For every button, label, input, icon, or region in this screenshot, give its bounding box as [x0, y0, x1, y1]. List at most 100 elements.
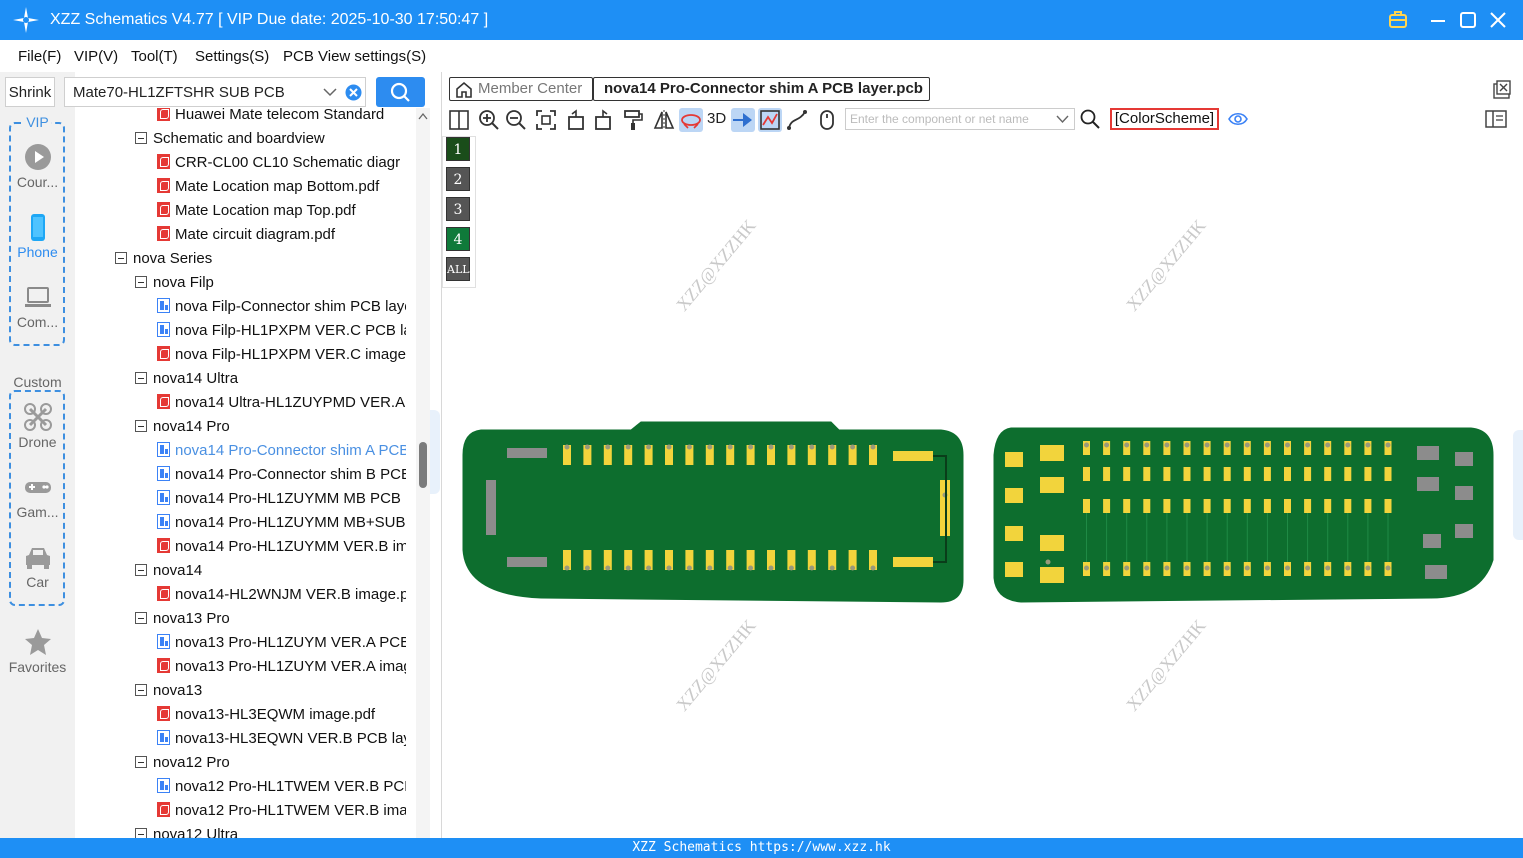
shrink-button[interactable]: Shrink	[5, 77, 55, 107]
pad[interactable]	[1224, 499, 1231, 513]
tree-file[interactable]: nova14 Pro-HL1ZUYMM VER.B ima	[157, 538, 406, 562]
scroll-up-icon[interactable]	[418, 112, 428, 120]
pad[interactable]	[1123, 467, 1130, 481]
tree-file[interactable]: nova13-HL3EQWN VER.B PCB layer	[157, 730, 406, 754]
maximize-icon[interactable]	[1456, 8, 1480, 32]
pad[interactable]	[1417, 477, 1439, 491]
collapse-icon[interactable]	[135, 276, 147, 288]
pad[interactable]	[1284, 467, 1291, 481]
pad[interactable]	[1103, 499, 1110, 513]
clear-icon[interactable]	[345, 84, 362, 101]
pad[interactable]	[1385, 499, 1392, 513]
pad[interactable]	[1324, 467, 1331, 481]
tree-file[interactable]: Mate circuit diagram.pdf	[157, 226, 406, 250]
tree-file[interactable]: nova12 Pro-HL1TWEM VER.B imag	[157, 802, 406, 826]
pcb-canvas[interactable]	[441, 400, 1523, 620]
pad[interactable]	[1284, 499, 1291, 513]
model-search-combobox[interactable]: Mate70-HL1ZFTSHR SUB PCB	[64, 77, 366, 107]
pad[interactable]	[1264, 499, 1271, 513]
zoom-out-icon[interactable]	[504, 108, 528, 132]
pad[interactable]	[1005, 526, 1023, 541]
pad[interactable]	[1385, 467, 1392, 481]
rail-item-favorites[interactable]: Favorites	[0, 627, 75, 675]
tree-folder[interactable]: nova14	[135, 562, 406, 586]
collapse-icon[interactable]	[115, 252, 127, 264]
pad[interactable]	[1455, 524, 1473, 538]
collapse-icon[interactable]	[135, 372, 147, 384]
tree-folder[interactable]: nova13	[135, 682, 406, 706]
pad[interactable]	[1423, 534, 1441, 548]
pad[interactable]	[1455, 452, 1473, 466]
tree-scrollbar[interactable]	[416, 108, 430, 838]
tree-file[interactable]: nova Filp-HL1PXPM VER.C PCB lay	[157, 322, 406, 346]
tree-file[interactable]: nova13 Pro-HL1ZUYM VER.A imag	[157, 658, 406, 682]
menu-tool[interactable]: Tool(T)	[131, 48, 178, 65]
close-tab-icon[interactable]	[1492, 80, 1512, 100]
zoom-in-icon[interactable]	[477, 108, 501, 132]
tab-member-center[interactable]: Member Center	[449, 77, 593, 101]
collapse-icon[interactable]	[135, 756, 147, 768]
rotate-right-icon[interactable]	[591, 108, 615, 132]
pad[interactable]	[1005, 488, 1023, 503]
pad[interactable]	[1304, 467, 1311, 481]
pad[interactable]	[1040, 567, 1064, 583]
scrollbar-thumb[interactable]	[419, 442, 427, 488]
rail-item-car[interactable]: Car	[0, 542, 75, 590]
tree-folder[interactable]: nova14 Ultra	[135, 370, 406, 394]
pad[interactable]	[1184, 467, 1191, 481]
pad[interactable]	[1040, 445, 1064, 461]
tree-folder[interactable]: nova12 Ultra	[135, 826, 406, 838]
pad[interactable]	[1143, 499, 1150, 513]
rail-item-drone[interactable]: Drone	[0, 402, 75, 450]
search-button[interactable]	[376, 77, 425, 107]
fit-view-icon[interactable]	[534, 108, 558, 132]
tree-file[interactable]: Huawei Mate telecom Standard	[157, 108, 406, 130]
pad[interactable]	[507, 557, 547, 567]
pad[interactable]	[1040, 477, 1064, 493]
split-view-icon[interactable]	[447, 108, 471, 132]
mouse-icon[interactable]	[815, 108, 839, 132]
pad[interactable]	[1244, 499, 1251, 513]
pad[interactable]	[1364, 499, 1371, 513]
pad[interactable]	[1425, 565, 1447, 579]
tree-file[interactable]: nova Filp-Connector shim PCB laye	[157, 298, 406, 322]
paint-roller-icon[interactable]	[621, 108, 645, 132]
tree-file[interactable]: nova12 Pro-HL1TWEM VER.B PCB l	[157, 778, 406, 802]
menu-pcb-view-settings[interactable]: PCB View settings(S)	[283, 48, 426, 65]
menu-settings[interactable]: Settings(S)	[195, 48, 269, 65]
menu-vip[interactable]: VIP(V)	[74, 48, 118, 65]
pad[interactable]	[1083, 467, 1090, 481]
layer-4-button[interactable]: 4	[446, 227, 470, 251]
pad[interactable]	[507, 448, 547, 458]
eye-icon[interactable]	[1228, 110, 1248, 128]
tree-folder[interactable]: nova Filp	[135, 274, 406, 298]
tree-folder[interactable]: nova Series	[115, 250, 406, 274]
tree-file[interactable]: nova14 Pro-HL1ZUYMM MB+SUB	[157, 514, 406, 538]
collapse-icon[interactable]	[135, 420, 147, 432]
tree-folder[interactable]: Schematic and boardview	[135, 130, 406, 154]
tree-folder[interactable]: nova12 Pro	[135, 754, 406, 778]
pad[interactable]	[1455, 486, 1473, 500]
pad[interactable]	[1143, 467, 1150, 481]
tree-file[interactable]: Mate Location map Top.pdf	[157, 202, 406, 226]
chevron-down-icon[interactable]	[323, 86, 337, 98]
close-icon[interactable]	[1486, 8, 1510, 32]
pad[interactable]	[1264, 467, 1271, 481]
minimize-icon[interactable]	[1426, 8, 1450, 32]
layer-all-button[interactable]: ALL	[446, 257, 470, 281]
tree-folder[interactable]: nova14 Pro	[135, 418, 406, 442]
pad[interactable]	[1163, 499, 1170, 513]
three-d-button[interactable]: 3D	[707, 110, 726, 127]
net-search-icon[interactable]	[1080, 109, 1100, 129]
pad[interactable]	[1204, 499, 1211, 513]
net-highlight-toggle[interactable]	[758, 108, 782, 132]
rail-item-courses[interactable]: Cour...	[0, 142, 75, 190]
pad[interactable]	[1083, 499, 1090, 513]
pad[interactable]	[1344, 499, 1351, 513]
briefcase-icon[interactable]	[1386, 8, 1410, 32]
tree-file[interactable]: nova14-HL2WNJM VER.B image.pc	[157, 586, 406, 610]
side-panel-icon[interactable]	[1485, 109, 1507, 129]
pad[interactable]	[1417, 446, 1439, 460]
pad[interactable]	[1040, 535, 1064, 551]
trace-tool-icon[interactable]	[785, 108, 809, 132]
